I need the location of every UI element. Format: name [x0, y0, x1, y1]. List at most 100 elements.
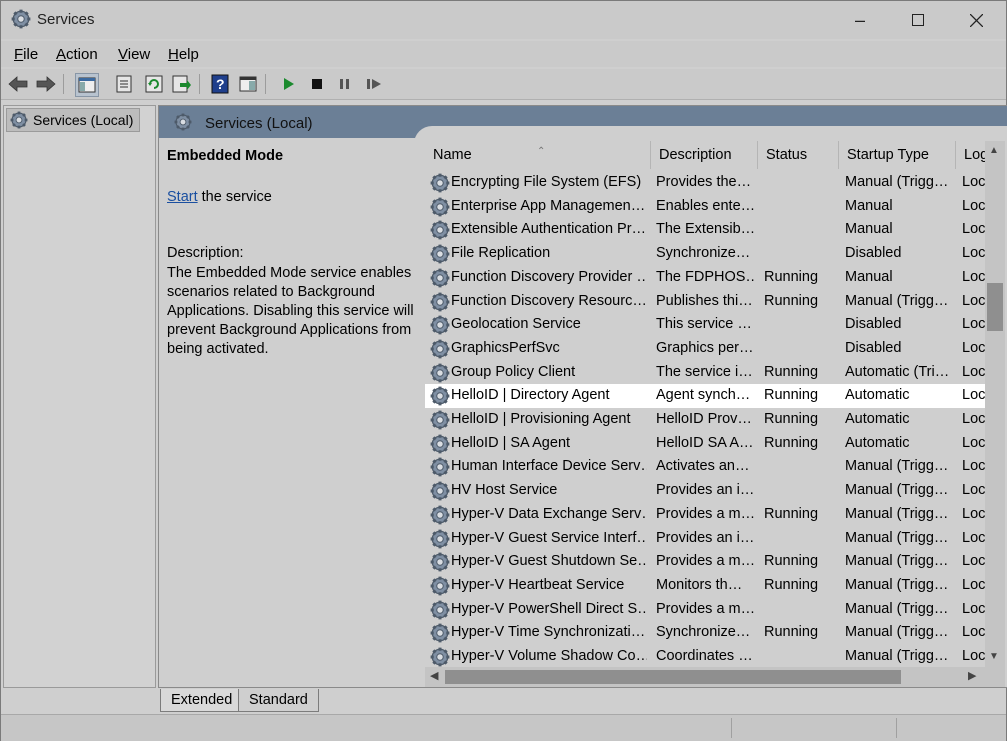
service-row[interactable]: Function Discovery Provider … The FDPHOS…… [425, 266, 985, 290]
service-description: Coordinates … [656, 648, 753, 664]
services-app-icon [11, 9, 31, 29]
service-row[interactable]: Hyper-V PowerShell Direct S… Provides a m… [425, 598, 985, 622]
service-row[interactable]: Human Interface Device Serv… Activates an… [425, 455, 985, 479]
service-name: Extensible Authentication Pr… [451, 221, 647, 238]
menu-action[interactable]: Action [56, 46, 98, 63]
menu-bar: File Action View Help [1, 41, 1006, 67]
service-description: Agent synch… [656, 387, 751, 404]
forward-button[interactable] [35, 73, 57, 95]
show-hide-console-tree-button[interactable] [75, 73, 99, 97]
service-startup-type: Manual (Trigg… [845, 648, 949, 664]
tab-extended[interactable]: Extended [160, 689, 244, 712]
column-header-name[interactable]: ⌃ Name [425, 141, 651, 169]
show-hide-action-pane-button[interactable] [237, 73, 259, 95]
service-log-on-as: Loc [962, 624, 985, 641]
minimize-icon: – [854, 9, 865, 30]
column-header-startup-type[interactable]: Startup Type [839, 141, 956, 169]
service-row[interactable]: Geolocation Service This service … Disable… [425, 313, 985, 337]
start-service-button[interactable] [278, 73, 300, 95]
service-log-on-as: Loc [962, 316, 985, 333]
service-row[interactable]: Encrypting File System (EFS) Provides the… [425, 171, 985, 195]
services-list: ⌃ Name Description Status Startup Type L… [425, 141, 1007, 687]
stop-service-button[interactable] [306, 73, 328, 95]
menu-file[interactable]: File [14, 46, 38, 63]
service-name: HV Host Service [451, 482, 558, 499]
menu-view[interactable]: View [118, 46, 150, 63]
refresh-button[interactable] [143, 73, 165, 95]
service-log-on-as: Loc [962, 245, 985, 262]
service-status [764, 527, 838, 551]
export-list-button[interactable] [171, 73, 193, 95]
properties-button[interactable] [113, 73, 135, 95]
scroll-down-icon[interactable]: ▼ [989, 651, 999, 662]
scroll-up-icon[interactable]: ▲ [989, 145, 999, 156]
service-row[interactable]: HV Host Service Provides an i… Manual (Tri… [425, 479, 985, 503]
service-log-on-as: Loc [962, 505, 985, 522]
help-button[interactable]: ? [209, 73, 231, 95]
service-row[interactable]: Hyper-V Guest Shutdown Se… Provides a m… R… [425, 550, 985, 574]
scroll-right-icon[interactable]: ▶ [968, 669, 976, 682]
service-log-on-as: Loc [962, 197, 985, 214]
service-row[interactable]: Extensible Authentication Pr… The Extensi… [425, 218, 985, 242]
toolbar: ? [1, 69, 1006, 100]
scroll-left-icon[interactable]: ◀ [430, 669, 438, 682]
pause-service-icon [340, 79, 349, 89]
help-icon: ? [211, 74, 229, 94]
service-row[interactable]: GraphicsPerfSvc Graphics per… Disabled Loc [425, 337, 985, 361]
service-startup-type: Manual [845, 268, 893, 285]
service-gear-icon [430, 575, 450, 596]
column-header-description[interactable]: Description [651, 141, 758, 169]
show-hide-console-tree-icon [78, 77, 96, 93]
service-row[interactable]: Hyper-V Heartbeat Service Monitors th… Run… [425, 574, 985, 598]
tree-item-services-local[interactable]: Services (Local) [6, 108, 141, 132]
service-log-on-as: Loc [962, 268, 985, 285]
service-startup-type: Automatic [845, 411, 910, 427]
close-button[interactable] [947, 1, 1005, 39]
service-description: The FDPHOS… [656, 268, 754, 285]
service-status [764, 645, 838, 669]
restart-service-button[interactable] [363, 73, 385, 95]
minimize-button[interactable]: – [831, 1, 889, 39]
service-log-on-as: Loc [962, 339, 985, 356]
service-row[interactable]: Hyper-V Guest Service Interf… Provides an… [425, 527, 985, 551]
service-status [764, 242, 838, 266]
service-row[interactable]: File Replication Synchronize… Disabled Loc [425, 242, 985, 266]
column-header-log-on-as[interactable]: Log [956, 141, 986, 169]
service-description: Synchronize… [656, 624, 751, 641]
horizontal-scroll-thumb[interactable] [445, 670, 901, 684]
service-name: Human Interface Device Serv… [451, 458, 647, 475]
maximize-button[interactable] [889, 1, 947, 39]
service-row[interactable]: HelloID | Provisioning Agent HelloID Prov… [425, 408, 985, 432]
selected-service-name: Embedded Mode [167, 148, 284, 164]
start-service-link[interactable]: Start [167, 189, 198, 205]
horizontal-scrollbar[interactable]: ◀ ▶ [425, 667, 985, 687]
column-header-status[interactable]: Status [758, 141, 839, 169]
service-row[interactable]: Enterprise App Managemen… Enables ente… Ma… [425, 195, 985, 219]
vertical-scrollbar[interactable]: ▲ ▼ [985, 141, 1005, 687]
service-name: Geolocation Service [451, 316, 581, 333]
back-button[interactable] [7, 73, 29, 95]
service-description: Graphics per… [656, 339, 754, 356]
service-row[interactable]: HelloID | SA Agent HelloID SA A… Running Au… [425, 432, 985, 456]
service-row[interactable]: Hyper-V Volume Shadow Co… Coordinates … Ma… [425, 645, 985, 669]
service-name: HelloID | Directory Agent [451, 387, 610, 404]
service-row[interactable]: Hyper-V Time Synchronizati… Synchronize… R… [425, 621, 985, 645]
service-row[interactable]: HelloID | Directory Agent Agent synch… Run… [425, 384, 985, 408]
service-name: Group Policy Client [451, 363, 576, 380]
service-startup-type: Manual (Trigg… [845, 505, 949, 522]
pause-service-button[interactable] [334, 73, 356, 95]
service-name: HelloID | Provisioning Agent [451, 411, 631, 427]
service-row[interactable]: Function Discovery Resourc… Publishes thi… [425, 290, 985, 314]
menu-help[interactable]: Help [168, 46, 199, 63]
service-gear-icon [430, 315, 450, 336]
service-row[interactable]: Group Policy Client The service i… Running… [425, 361, 985, 385]
service-startup-type: Manual (Trigg… [845, 174, 949, 190]
restart-service-icon [367, 79, 381, 89]
service-log-on-as: Loc [962, 411, 985, 427]
service-gear-icon [430, 410, 450, 430]
service-gear-icon [430, 481, 450, 502]
tab-standard[interactable]: Standard [238, 689, 319, 712]
title-bar: Services – [1, 1, 1006, 39]
vertical-scroll-thumb[interactable] [987, 283, 1003, 331]
service-row[interactable]: Hyper-V Data Exchange Serv… Provides a m…… [425, 503, 985, 527]
